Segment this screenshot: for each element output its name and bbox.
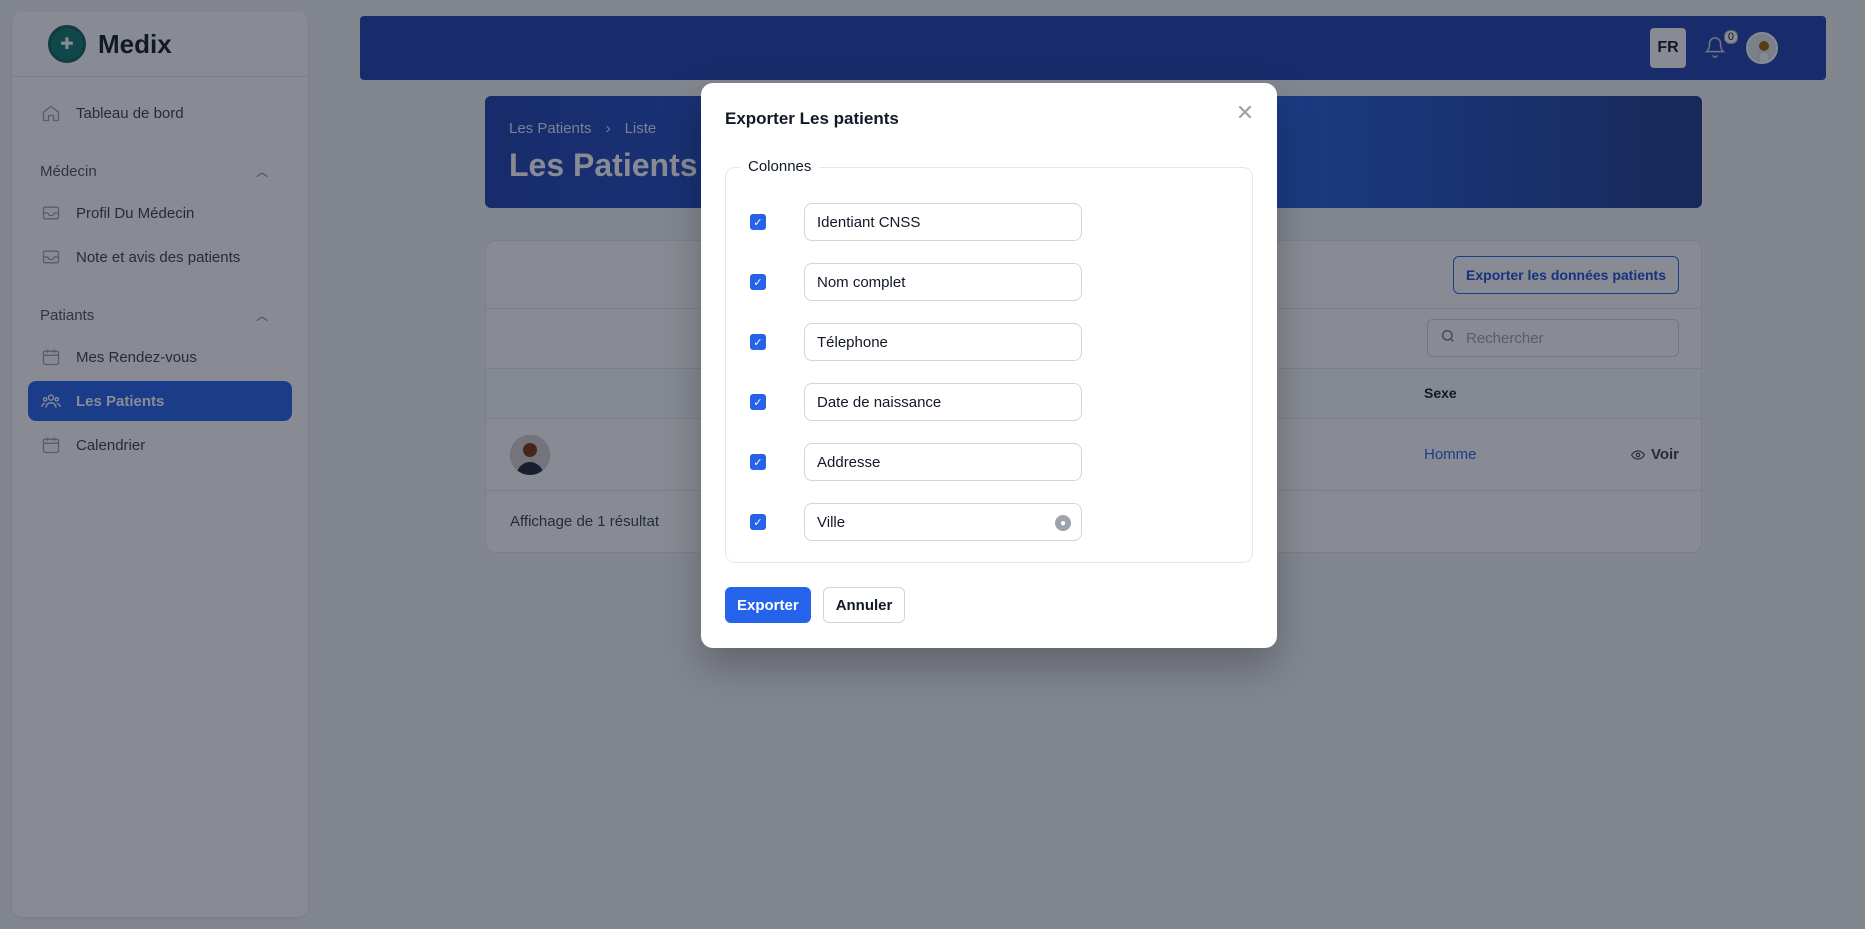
export-submit-button[interactable]: Exporter [725,587,811,623]
column-checkbox[interactable]: ✓ [750,274,766,290]
column-checkbox[interactable]: ✓ [750,334,766,350]
columns-fieldset: Colonnes ✓ Identiant CNSS ✓ Nom complet … [725,158,1253,563]
clear-icon[interactable]: ● [1055,515,1071,531]
close-icon[interactable]: ✕ [1233,100,1257,125]
column-label-field[interactable]: Date de naissance [804,383,1082,421]
column-checkbox[interactable]: ✓ [750,394,766,410]
column-option: ✓ Télephone [750,323,1082,361]
fieldset-legend: Colonnes [740,158,820,175]
export-modal: Exporter Les patients ✕ Colonnes ✓ Ident… [701,83,1277,648]
column-label-field[interactable]: Addresse [804,443,1082,481]
column-checkbox[interactable]: ✓ [750,214,766,230]
column-label-field[interactable]: Télephone [804,323,1082,361]
cancel-button[interactable]: Annuler [822,587,906,623]
column-checkbox[interactable]: ✓ [750,514,766,530]
modal-actions: Exporter Annuler [725,587,906,623]
column-option: ✓ Addresse [750,443,1082,481]
column-label-field[interactable]: Nom complet [804,263,1082,301]
column-option: ✓ Ville ● [750,503,1082,541]
column-option: ✓ Nom complet [750,263,1082,301]
modal-title: Exporter Les patients [725,109,899,128]
column-checkbox[interactable]: ✓ [750,454,766,470]
column-option: ✓ Date de naissance [750,383,1082,421]
column-label-text: Ville [817,513,846,531]
column-label-field[interactable]: Identiant CNSS [804,203,1082,241]
column-option: ✓ Identiant CNSS [750,203,1082,241]
column-label-field[interactable]: Ville ● [804,503,1082,541]
